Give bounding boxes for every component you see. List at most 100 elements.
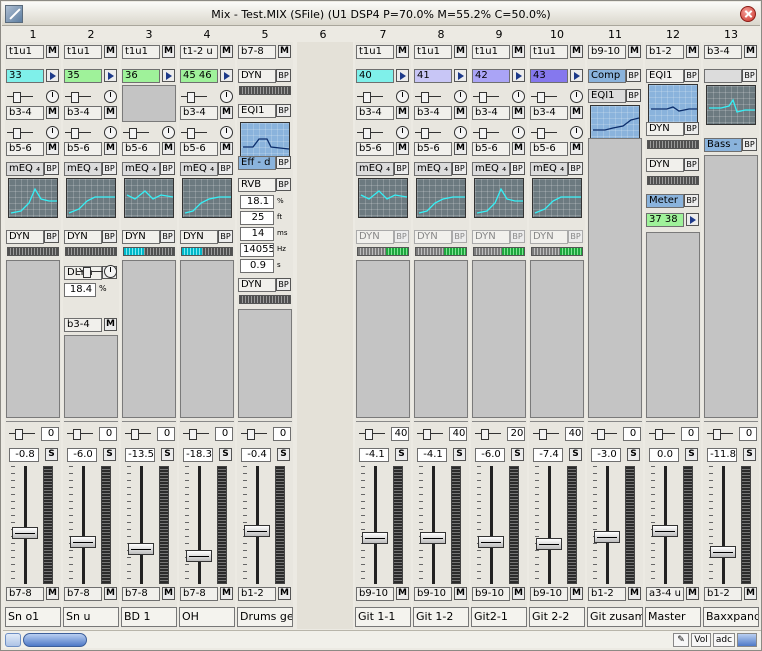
meter-send-value[interactable]: 37 38 <box>646 213 684 227</box>
volume-fader[interactable] <box>710 546 736 558</box>
aux-mute-button[interactable]: M <box>396 106 409 119</box>
bass-plugin-slot[interactable]: Bass - <box>704 138 742 152</box>
aux-send-slider[interactable] <box>7 90 33 103</box>
bypass-button[interactable]: BP <box>218 162 233 175</box>
eq-curve-display[interactable] <box>532 178 582 218</box>
mute-button[interactable]: M <box>278 587 291 600</box>
volume-fader[interactable] <box>478 536 504 548</box>
aux-arrow-button[interactable] <box>104 69 117 82</box>
volume-fader[interactable] <box>186 550 212 562</box>
aux-bus-selector[interactable]: b5-6 <box>6 142 44 156</box>
bypass-button[interactable]: BP <box>394 230 409 243</box>
solo-button[interactable]: S <box>743 448 756 461</box>
mute-button[interactable]: M <box>628 587 641 600</box>
mute-button[interactable]: M <box>686 45 699 58</box>
output-selector[interactable]: b1-2 <box>588 587 626 601</box>
eq-curve-display[interactable] <box>124 178 174 218</box>
bypass-button[interactable]: BP <box>218 230 233 243</box>
solo-button[interactable]: S <box>219 448 232 461</box>
mute-button[interactable]: M <box>744 587 757 600</box>
pan-value[interactable]: 0 <box>273 427 291 441</box>
pan-slider[interactable] <box>67 427 93 440</box>
aux-pan-knob[interactable] <box>104 90 117 103</box>
input-selector[interactable]: b3-4 <box>704 45 742 59</box>
aux-arrow-button[interactable] <box>220 69 233 82</box>
bypass-button[interactable]: BP <box>44 230 59 243</box>
mute-button[interactable]: M <box>220 587 233 600</box>
aux-send-value[interactable]: 33 <box>6 69 44 83</box>
aux-bus-selector[interactable]: b3-4 <box>64 106 102 120</box>
eq-curve-display[interactable] <box>648 84 698 124</box>
aux-mute-button[interactable]: M <box>570 142 583 155</box>
delay-pan-knob[interactable] <box>104 265 117 278</box>
aux-bus-selector[interactable]: b5-6 <box>414 142 452 156</box>
eq-plugin-slot[interactable]: mEQ ₄ <box>414 162 452 176</box>
channel-name[interactable]: Git2-1 <box>471 607 527 627</box>
dynamics-plugin-slot[interactable]: DYN <box>472 230 510 244</box>
aux-bus-selector[interactable]: b5-6 <box>122 142 160 156</box>
mute-button[interactable]: M <box>162 587 175 600</box>
mute-button[interactable]: M <box>104 318 117 331</box>
aux-arrow-button[interactable] <box>512 69 525 82</box>
reverb-plugin-slot[interactable]: RVB <box>238 178 276 192</box>
solo-button[interactable]: S <box>395 448 408 461</box>
eq-plugin-slot[interactable]: EQI1 <box>646 69 684 83</box>
channel-name[interactable]: Sn u <box>63 607 119 627</box>
solo-button[interactable]: S <box>569 448 582 461</box>
aux-mute-button[interactable]: M <box>454 106 467 119</box>
dynamics-plugin-slot[interactable]: DYN <box>238 278 276 292</box>
pan-slider[interactable] <box>183 427 209 440</box>
output-selector[interactable]: b9-10 <box>356 587 394 601</box>
output-selector[interactable]: a3-4 u <box>646 587 684 601</box>
reverb-param-value[interactable]: 25 <box>240 211 274 225</box>
channel-name[interactable]: Git 1-1 <box>355 607 411 627</box>
eq-plugin-slot[interactable]: EQI1 <box>238 104 276 118</box>
dynamics-plugin-slot[interactable]: DYN <box>180 230 218 244</box>
pan-value[interactable]: 0 <box>739 427 757 441</box>
reverb-param-value[interactable]: 18.1 <box>240 195 274 209</box>
comp-plugin-slot[interactable]: Comp <box>588 69 626 83</box>
aux-send-value[interactable]: 41 <box>414 69 452 83</box>
bypass-button[interactable]: BP <box>276 69 291 82</box>
bypass-button[interactable]: BP <box>626 89 641 102</box>
channel-name[interactable]: Drums ges. <box>237 607 293 627</box>
aux-pan-knob[interactable] <box>162 126 175 139</box>
aux-send-value[interactable]: 35 <box>64 69 102 83</box>
tray-vol-button[interactable]: Vol <box>691 633 711 647</box>
bypass-button[interactable]: BP <box>684 122 699 135</box>
aux-bus-selector[interactable]: b3-4 <box>180 106 218 120</box>
delay-send-slider[interactable] <box>77 265 103 278</box>
mute-button[interactable]: M <box>46 587 59 600</box>
bypass-button[interactable]: BP <box>626 69 641 82</box>
aux-pan-knob[interactable] <box>454 90 467 103</box>
bypass-button[interactable]: BP <box>742 138 757 151</box>
pan-slider[interactable] <box>241 427 267 440</box>
solo-button[interactable]: S <box>161 448 174 461</box>
input-selector[interactable]: b1-2 <box>646 45 684 59</box>
aux-pan-knob[interactable] <box>220 90 233 103</box>
aux-bus-selector[interactable]: b5-6 <box>356 142 394 156</box>
pan-value[interactable]: 40 <box>565 427 583 441</box>
solo-button[interactable]: S <box>685 448 698 461</box>
input-selector[interactable]: t1u1 <box>6 45 44 59</box>
bypass-button[interactable]: BP <box>160 162 175 175</box>
dynamics-plugin-slot[interactable]: DYN <box>64 230 102 244</box>
aux-bus-selector[interactable]: b5-6 <box>472 142 510 156</box>
bypass-button[interactable]: BP <box>452 162 467 175</box>
eq-plugin-slot[interactable] <box>704 69 742 83</box>
aux-arrow-button[interactable] <box>162 69 175 82</box>
output-selector[interactable]: b7-8 <box>180 587 218 601</box>
aux-mute-button[interactable]: M <box>512 142 525 155</box>
eq-curve-display[interactable] <box>706 85 756 125</box>
input-selector[interactable]: t1u1 <box>472 45 510 59</box>
pan-value[interactable]: 0 <box>623 427 641 441</box>
mute-button[interactable]: M <box>104 587 117 600</box>
aux-send-value[interactable]: 43 <box>530 69 568 83</box>
aux-send-slider[interactable] <box>357 126 383 139</box>
aux-send-slider[interactable] <box>415 90 441 103</box>
aux-pan-knob[interactable] <box>512 90 525 103</box>
eq-plugin-slot[interactable]: EQI1 <box>588 89 626 103</box>
solo-button[interactable]: S <box>103 448 116 461</box>
output-selector[interactable]: b7-8 <box>64 587 102 601</box>
aux-mute-button[interactable]: M <box>46 142 59 155</box>
